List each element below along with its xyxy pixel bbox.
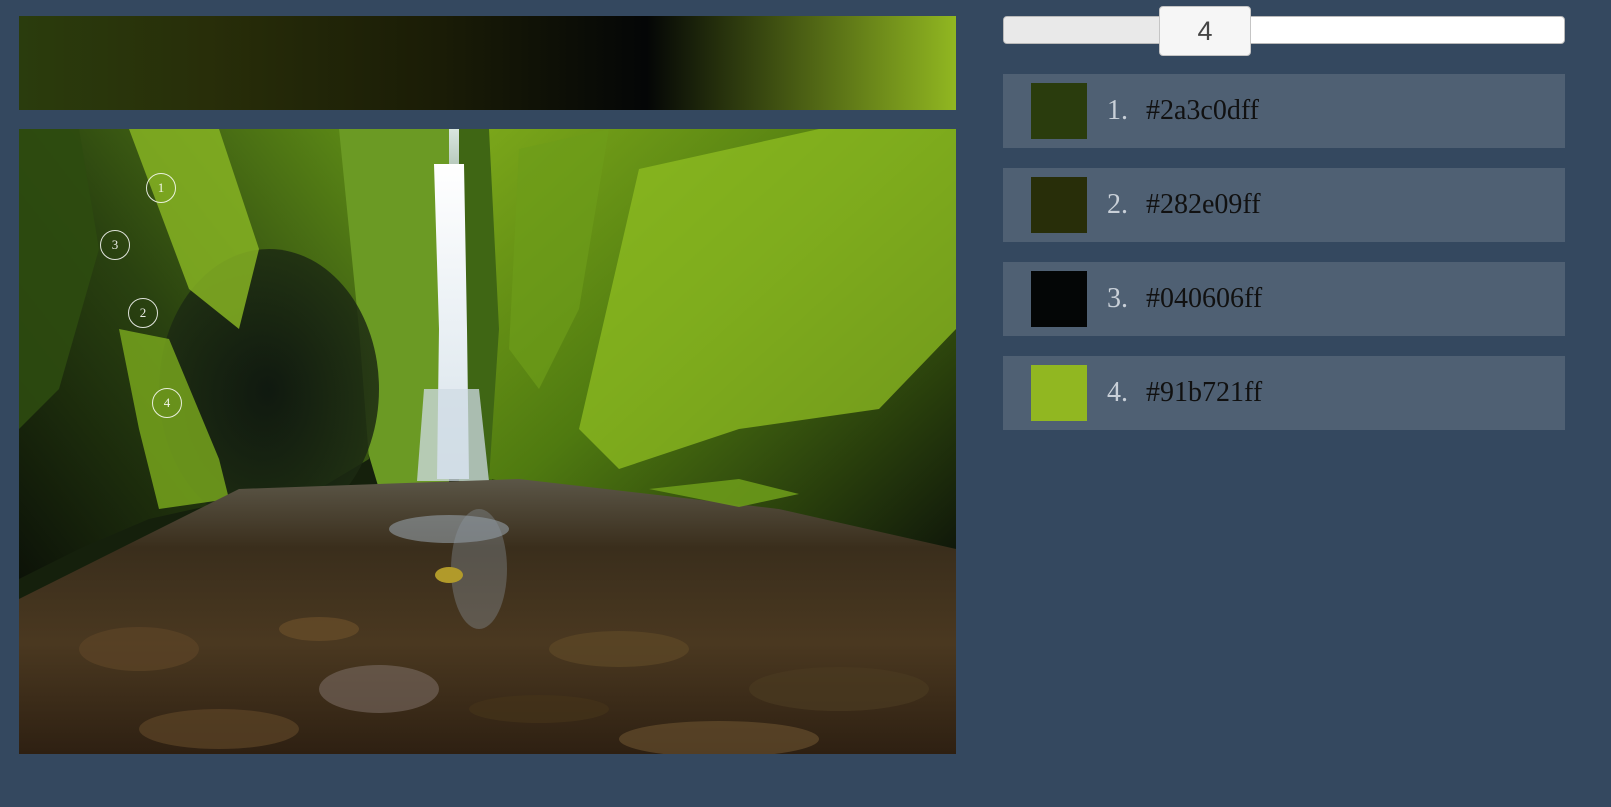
palette-gradient-bar [19,16,956,110]
color-swatch [1031,271,1087,327]
slider-track[interactable] [1003,16,1565,44]
color-swatch [1031,177,1087,233]
palette-item[interactable]: 2. #282e09ff [1003,168,1565,242]
palette-index: 3. [1107,283,1128,314]
palette-item[interactable]: 3. #040606ff [1003,262,1565,336]
source-image: 1 3 2 4 [19,129,956,754]
canyon-waterfall-image [19,129,956,754]
color-count-slider[interactable]: 4 [1003,6,1565,56]
palette-item[interactable]: 4. #91b721ff [1003,356,1565,430]
color-swatch [1031,365,1087,421]
palette-list: 1. #2a3c0dff 2. #282e09ff 3. #040606ff 4… [1003,74,1565,450]
color-marker-1[interactable]: 1 [146,173,176,203]
color-marker-4[interactable]: 4 [152,388,182,418]
palette-hex-value: #282e09ff [1146,189,1261,220]
palette-hex-value: #040606ff [1146,283,1263,314]
palette-item[interactable]: 1. #2a3c0dff [1003,74,1565,148]
palette-hex-value: #2a3c0dff [1146,95,1259,126]
color-marker-3[interactable]: 3 [100,230,130,260]
palette-index: 2. [1107,189,1128,220]
palette-hex-value: #91b721ff [1146,377,1263,408]
color-marker-2[interactable]: 2 [128,298,158,328]
slider-handle[interactable]: 4 [1159,6,1251,56]
palette-index: 4. [1107,377,1128,408]
palette-index: 1. [1107,95,1128,126]
color-swatch [1031,83,1087,139]
